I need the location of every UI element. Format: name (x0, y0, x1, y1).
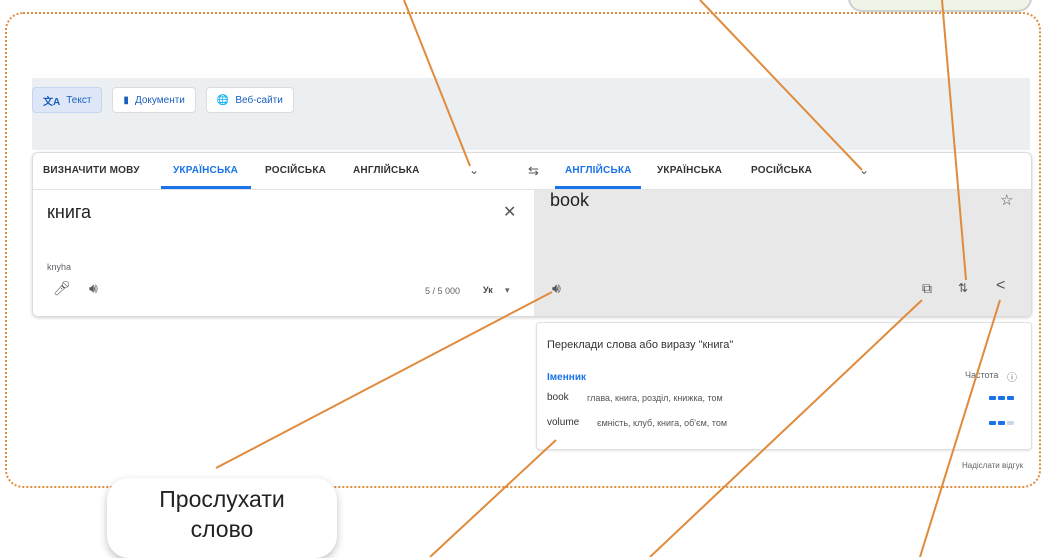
dictionary-panel: Переклади слова або виразу "книга" Іменн… (536, 322, 1032, 450)
entry-synonyms-volume[interactable]: ємність, клуб, книга, об'єм, том (597, 418, 727, 428)
entry-word-book[interactable]: book (547, 392, 569, 403)
language-bar: ВИЗНАЧИТИ МОВУ УКРАЇНСЬКА РОСІЙСЬКА АНГЛ… (33, 153, 1031, 190)
tab-text[interactable]: 文A Текст (32, 87, 103, 113)
star-icon[interactable]: ☆ (1000, 193, 1013, 208)
frequency-bar-volume (989, 421, 1014, 425)
document-icon: ▮ (123, 94, 129, 106)
lang-target-russian[interactable]: РОСІЙСЬКА (751, 165, 812, 176)
frequency-label: Частота (965, 370, 999, 380)
lang-detect[interactable]: ВИЗНАЧИТИ МОВУ (43, 165, 140, 176)
tab-websites[interactable]: 🌐 Веб-сайти (205, 87, 294, 113)
source-pane[interactable]: книга ✕ knyha 🎤︎ 🔊︎ 5 / 5 000 Ук ▾ (33, 190, 534, 316)
swap-languages-icon[interactable]: ⇆ (528, 163, 539, 179)
help-icon[interactable]: ⓘ (1007, 369, 1017, 384)
char-counter: 5 / 5 000 (425, 286, 461, 296)
share-icon[interactable]: < (996, 278, 1005, 294)
dictionary-heading: Переклади слова або виразу "книга" (547, 339, 734, 351)
target-more-chevron-icon[interactable]: ⌄ (859, 163, 869, 177)
lang-source-ukrainian[interactable]: УКРАЇНСЬКА (173, 165, 238, 176)
globe-icon: 🌐 (216, 94, 230, 106)
lang-source-english[interactable]: АНГЛІЙСЬКА (353, 165, 420, 176)
entry-synonyms-book[interactable]: глава, книга, розділ, книжка, том (587, 393, 723, 403)
callout-line-1: Прослухати (159, 486, 285, 512)
target-pane: book ☆ 🔊︎ ⧉ ⇅ < (534, 190, 1031, 316)
translate-icon: 文A (43, 96, 61, 108)
source-text[interactable]: книга (47, 202, 91, 223)
translator-card: ВИЗНАЧИТИ МОВУ УКРАЇНСЬКА РОСІЙСЬКА АНГЛ… (32, 152, 1032, 317)
target-selected-underline (555, 186, 641, 189)
source-more-chevron-icon[interactable]: ⌄ (469, 163, 479, 177)
callout-line-2: слово (190, 516, 254, 542)
clear-icon[interactable]: ✕ (503, 205, 516, 221)
mode-tabs: 文A Текст ▮ Документи 🌐 Веб-сайти (32, 87, 294, 113)
top-callout-edge (848, 0, 1032, 12)
part-of-speech: Іменник (547, 372, 586, 383)
frequency-bar-book (989, 396, 1014, 400)
translated-text: book (550, 190, 590, 210)
lang-target-ukrainian[interactable]: УКРАЇНСЬКА (657, 165, 722, 176)
callout-listen-word: Прослухати слово (107, 478, 337, 558)
input-tools-dropdown-icon[interactable]: ▾ (505, 285, 510, 296)
microphone-icon[interactable]: 🎤︎ (53, 281, 71, 295)
lang-target-english[interactable]: АНГЛІЙСЬКА (565, 165, 632, 176)
speaker-icon[interactable]: 🔊︎ (89, 281, 98, 295)
copy-icon[interactable]: ⧉ (922, 281, 932, 295)
source-selected-underline (161, 186, 251, 189)
feedback-icon[interactable]: ⇅ (958, 281, 968, 295)
lang-source-russian[interactable]: РОСІЙСЬКА (265, 165, 326, 176)
send-feedback-link[interactable]: Надіслати відгук (962, 461, 1023, 470)
entry-word-volume[interactable]: volume (547, 417, 579, 428)
transliteration: knyha (47, 262, 72, 272)
input-tools[interactable]: Ук (483, 285, 493, 295)
target-speaker-icon[interactable]: 🔊︎ (552, 281, 561, 295)
tab-documents[interactable]: ▮ Документи (112, 87, 196, 113)
